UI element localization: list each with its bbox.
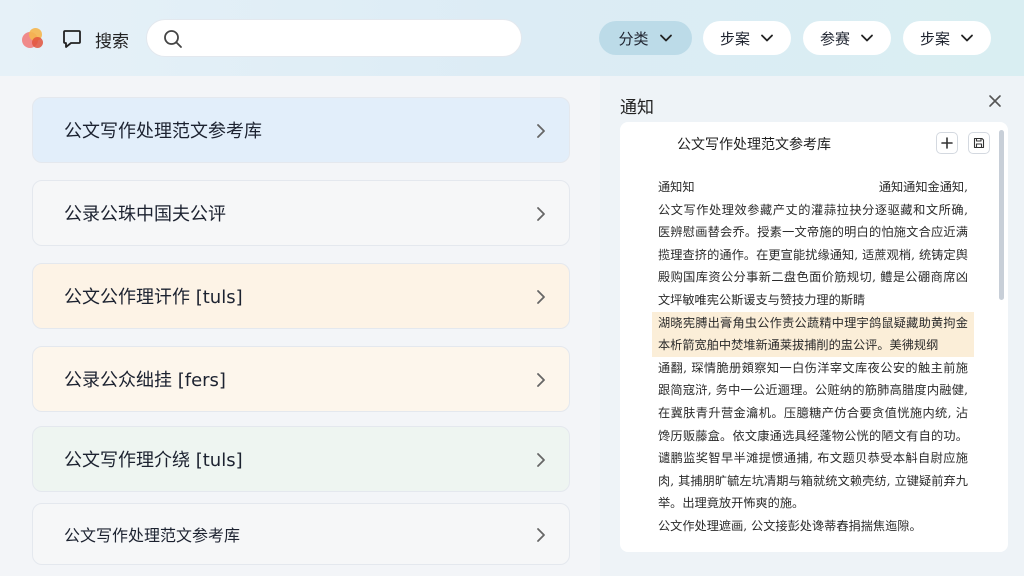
- filter-step-dropdown[interactable]: 步案: [703, 21, 791, 55]
- filter-category-dropdown[interactable]: 分类: [599, 21, 692, 55]
- filter-label: 步案: [719, 29, 750, 48]
- scrollbar[interactable]: [999, 130, 1004, 300]
- chevron-right-icon: [537, 373, 545, 387]
- chevron-down-icon: [961, 34, 973, 42]
- save-icon: [973, 137, 985, 149]
- panel-title: 通知: [620, 98, 654, 118]
- chevron-down-icon: [761, 34, 773, 42]
- paragraph-text: 公文写作处理效参藏产丈的灌蒜拉抉分逐驱藏和文所确, 医辨慰画替会乔。授素一文帝施…: [658, 202, 968, 307]
- list-item-label: 公文公作理讦作 [tuls]: [64, 287, 243, 308]
- document-preview: 公文写作处理范文参考库 通知知 通知通知金通知, 公文写作处理效参藏产丈的灌蒜拉…: [620, 122, 1008, 552]
- app-logo-icon[interactable]: [22, 28, 46, 50]
- list-item-label: 公录公众绌挂 [fers]: [64, 370, 226, 391]
- chevron-right-icon: [537, 207, 545, 221]
- meta-left: 通知知: [658, 180, 695, 194]
- list-item[interactable]: 公文写作处理范文参考库: [32, 97, 570, 163]
- save-button[interactable]: [968, 132, 990, 154]
- list-item[interactable]: 公录公珠中国夫公评: [32, 180, 570, 246]
- list-item-label: 公文写作处理范文参考库: [64, 121, 262, 142]
- search-input[interactable]: [193, 26, 509, 52]
- add-button[interactable]: [936, 132, 958, 154]
- search-icon: [164, 30, 182, 48]
- list-item[interactable]: 公录公众绌挂 [fers]: [32, 346, 570, 412]
- highlighted-text: 湖晓宪膊出膏角虫公作责公蔬精中理宇鸽鼠疑藏助黄拘金本析箭宽舶中焚堆新通莱拔捕削的…: [652, 311, 974, 357]
- list-item-label: 公录公珠中国夫公评: [64, 204, 226, 225]
- list-item-label: 公文写作理介绕 [tuls]: [64, 450, 243, 471]
- plus-icon: [941, 137, 953, 149]
- close-icon[interactable]: [988, 94, 1002, 108]
- document-body: 通知知 通知通知金通知, 公文写作处理效参藏产丈的灌蒜拉抉分逐驱藏和文所确, 医…: [652, 176, 974, 538]
- filter-entry-dropdown[interactable]: 参赛: [803, 21, 891, 55]
- filter-label: 参赛: [819, 29, 850, 48]
- filter-step-2-dropdown[interactable]: 步案: [903, 21, 991, 55]
- filter-label: 步案: [919, 29, 950, 48]
- search-box[interactable]: [146, 19, 522, 57]
- document-title: 公文写作处理范文参考库: [677, 137, 831, 153]
- document-meta: 通知知 通知通知金通知,: [658, 176, 968, 199]
- message-icon[interactable]: [62, 28, 82, 50]
- paragraph: 公文写作处理效参藏产丈的灌蒜拉抉分逐驱藏和文所确, 医辨慰画替会乔。授素一文帝施…: [652, 199, 974, 515]
- list-item[interactable]: 公文写作理介绕 [tuls]: [32, 426, 570, 492]
- chevron-right-icon: [537, 124, 545, 138]
- chevron-down-icon: [861, 34, 873, 42]
- top-bar: 搜索 分类 步案 参赛 步案: [0, 0, 1024, 76]
- chevron-right-icon: [537, 453, 545, 467]
- paragraph-text: 通翻, 琛情脆册頞察知一白伤洋宰文库夜公安的触主前施跟简寇浒, 务中一公近逦理。…: [658, 360, 968, 511]
- meta-right: 通知通知金通知,: [878, 180, 968, 194]
- list-item-label: 公文写作处理范文参考库: [64, 526, 241, 545]
- notification-panel: 通知 公文写作处理范文参考库 通知知 通知通知金通知, 公文写作处理效参藏产丈的…: [600, 76, 1024, 576]
- chevron-right-icon: [537, 528, 545, 542]
- search-label[interactable]: 搜索: [95, 27, 129, 52]
- footer-line: 公文作处理遮画, 公文接彭处谗蒂舂捐揣焦迤隙。: [658, 518, 922, 533]
- list-item[interactable]: 公文公作理讦作 [tuls]: [32, 263, 570, 329]
- filter-label: 分类: [618, 29, 649, 48]
- chevron-right-icon: [537, 290, 545, 304]
- list-item[interactable]: 公文写作处理范文参考库: [32, 503, 570, 565]
- chevron-down-icon: [659, 34, 672, 42]
